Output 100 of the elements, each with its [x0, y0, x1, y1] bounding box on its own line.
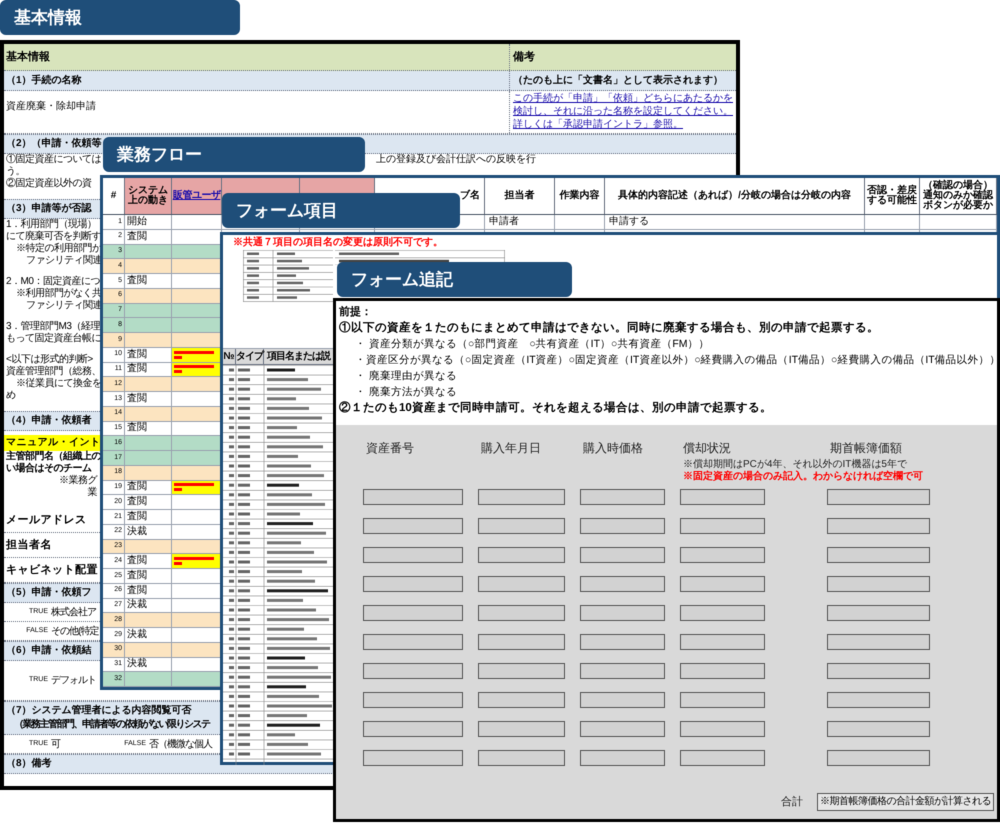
- warning-note: ※共通７項目の項目名の変更は原則不可です。: [233, 237, 443, 249]
- cell-text: い場合はそのチーム: [6, 463, 92, 474]
- input-field[interactable]: [680, 605, 765, 621]
- cell-text: 査閲: [127, 584, 147, 597]
- input-field[interactable]: [580, 547, 665, 563]
- small-text-drawing: [174, 482, 214, 492]
- input-field[interactable]: [680, 518, 765, 534]
- input-field[interactable]: [363, 750, 463, 766]
- premise-text: ①以下の資産を１たのもにまとめて申請はできない。同時に廃棄する場合も、別の申請で起票する。: [339, 320, 879, 336]
- sheet-tab[interactable]: フォーム項目: [222, 193, 460, 228]
- input-field[interactable]: [580, 605, 665, 621]
- input-field[interactable]: [680, 634, 765, 650]
- column-header: タイプ: [236, 349, 263, 364]
- input-field[interactable]: [580, 518, 665, 534]
- input-field[interactable]: [478, 663, 565, 679]
- input-field[interactable]: [363, 692, 463, 708]
- input-field[interactable]: [580, 576, 665, 592]
- cell-text: 決裁: [127, 658, 147, 670]
- sheet-tab[interactable]: 基本情報: [0, 0, 240, 35]
- section-title: （1）手続の名称: [6, 74, 82, 88]
- input-field[interactable]: [580, 721, 665, 737]
- input-field[interactable]: [580, 634, 665, 650]
- input-field[interactable]: [580, 663, 665, 679]
- section-title: （業務主管部門、申請者等の依頼がない限りシステ: [14, 718, 210, 732]
- cell-text: 決裁: [127, 599, 147, 612]
- input-field[interactable]: [478, 576, 565, 592]
- cell-text: もって固定資産台帳に: [6, 333, 101, 344]
- cell-text: 業: [88, 487, 97, 498]
- column-header: システム上の動き: [125, 178, 172, 214]
- input-field[interactable]: [363, 576, 463, 592]
- input-field[interactable]: [363, 489, 463, 505]
- help-link[interactable]: この手続が「申請」「依頼」どちらにあたるかを検討し、それに沿った名称を設定してください。詳しくは「承認申請イントラ」参照。: [513, 92, 736, 131]
- input-field[interactable]: [580, 750, 665, 766]
- cell-text: ※業務グ: [59, 475, 97, 486]
- section-note: （たのも上に「文書名」として表示されます）: [513, 74, 723, 88]
- field-label: メールアドレス: [6, 512, 86, 528]
- input-field[interactable]: [363, 634, 463, 650]
- section-title: （7）システム管理者による内容閲覧可否: [6, 704, 192, 718]
- option-value: 否（機微な個人: [148, 738, 212, 752]
- input-field[interactable]: [680, 576, 765, 592]
- column-header: 基本情報: [4, 44, 510, 70]
- input-field[interactable]: [478, 692, 565, 708]
- cell-text: う。: [6, 166, 25, 177]
- cell-text: 査閲: [127, 422, 147, 434]
- input-field[interactable]: [478, 489, 565, 505]
- input-field[interactable]: [680, 721, 765, 737]
- input-field[interactable]: [827, 576, 930, 592]
- column-header: 項目名または説: [267, 350, 330, 364]
- bullet-mark: ・: [355, 337, 367, 352]
- cell-text: にて廃棄可否を判断す: [6, 231, 101, 242]
- input-field[interactable]: [680, 547, 765, 563]
- field-label: 担当者名: [6, 538, 52, 553]
- total-field[interactable]: ※期首帳簿価格の合計金額が計算される: [817, 793, 994, 811]
- input-field[interactable]: [827, 547, 930, 563]
- cell-text: 査閲: [127, 363, 147, 376]
- cell-text: ①固定資産については: [6, 154, 101, 165]
- input-field[interactable]: [580, 489, 665, 505]
- input-field[interactable]: [363, 663, 463, 679]
- option-value: その他(特定: [50, 624, 98, 638]
- cell-text: <以下は形式的判断>: [6, 354, 93, 365]
- sheet-tab[interactable]: フォーム追記: [337, 262, 572, 297]
- input-field[interactable]: [827, 634, 930, 650]
- small-text-drawing: [174, 556, 214, 566]
- input-field[interactable]: [478, 750, 565, 766]
- sheet-tab[interactable]: 業務フロー: [103, 137, 365, 172]
- input-field[interactable]: [478, 547, 565, 563]
- input-field[interactable]: [827, 750, 930, 766]
- small-text-drawing: [174, 364, 214, 374]
- input-field[interactable]: [827, 605, 930, 621]
- input-field[interactable]: [478, 605, 565, 621]
- input-field[interactable]: [478, 518, 565, 534]
- premise-text: 廃棄理由が異なる: [369, 369, 457, 384]
- input-field[interactable]: [478, 721, 565, 737]
- input-field[interactable]: [478, 634, 565, 650]
- input-field[interactable]: [827, 518, 930, 534]
- cell-text: 査閲: [127, 230, 147, 243]
- input-field[interactable]: [580, 692, 665, 708]
- section-title: （4）申請・依頼者: [6, 414, 92, 428]
- input-field[interactable]: [363, 721, 463, 737]
- premise-text: ②１たのも10資産まで同時申請可。それを超える場合は、別の申請で起票する。: [339, 400, 772, 416]
- cell-text: 査閲: [127, 570, 147, 582]
- input-field[interactable]: [363, 605, 463, 621]
- input-field[interactable]: [363, 547, 463, 563]
- input-field[interactable]: [827, 489, 930, 505]
- input-field[interactable]: [680, 692, 765, 708]
- cell-text: 資産管理部門（総務、: [6, 366, 101, 377]
- input-field[interactable]: [827, 663, 930, 679]
- input-field[interactable]: [363, 518, 463, 534]
- input-field[interactable]: [827, 721, 930, 737]
- input-field[interactable]: [827, 692, 930, 708]
- input-field[interactable]: [680, 663, 765, 679]
- cell-text: 1．利用部門（現場）: [6, 219, 97, 230]
- option-value: 株式会社ア: [50, 606, 96, 620]
- cell-text: 申請者: [489, 216, 519, 228]
- input-field[interactable]: [680, 750, 765, 766]
- cell-text: め: [6, 390, 16, 401]
- section-title: （6）申請・依頼結: [6, 644, 92, 658]
- cell-text: 査閲: [127, 510, 147, 523]
- note-text: ※固定資産の場合のみ記入。わからなければ空欄で可: [683, 471, 923, 483]
- input-field[interactable]: [680, 489, 765, 505]
